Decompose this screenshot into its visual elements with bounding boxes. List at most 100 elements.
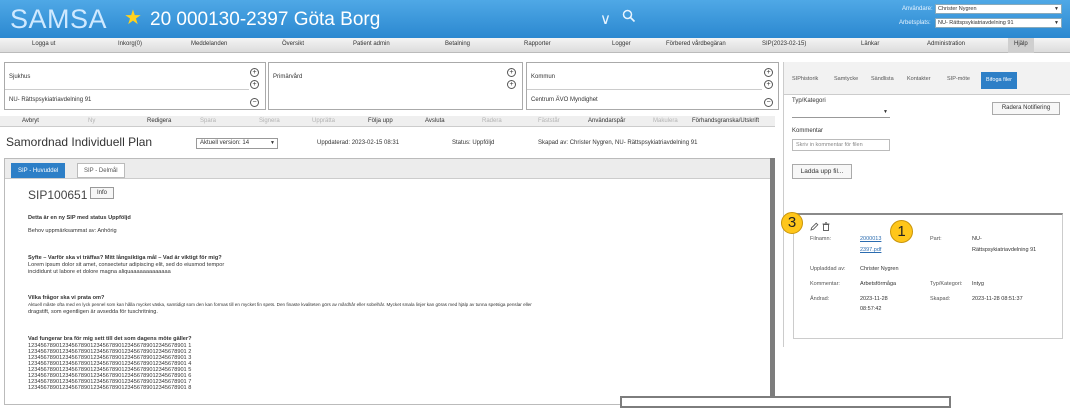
workplace-select[interactable]: NU- Rättspsykiatriavdelning 91 ▼ (935, 18, 1062, 28)
add-circle-icon[interactable]: + (250, 80, 259, 89)
tab-sip-delmal[interactable]: SIP - Delmål (77, 163, 125, 178)
changed-value: 2023-11-28 (860, 296, 888, 302)
folja-upp-button[interactable]: Följa upp (368, 118, 393, 124)
status-text: Status: Uppföljd (452, 140, 495, 146)
remove-circle-icon[interactable]: − (250, 98, 259, 107)
syfte-text: Lorem ipsum dolor sit amet, consectetur … (28, 262, 225, 268)
sip-main-panel: SIP - Huvuddel SIP - Delmål SIP100651 In… (4, 158, 772, 405)
add-circle-icon[interactable]: + (250, 68, 259, 77)
avbryt-button[interactable]: Avbryt (22, 118, 39, 124)
tab-siphistorik[interactable]: SIPhistorik (792, 76, 818, 82)
trash-icon[interactable] (822, 222, 830, 231)
file-comment-value: Arbetsförmåga (860, 281, 897, 287)
action-bar: Avbryt Ny Redigera Spara Signera Upprätt… (0, 116, 775, 127)
fragor-text: Aktuell måste ofta med en lyck pennel so… (28, 302, 532, 307)
upload-file-button[interactable]: Ladda upp fil... (792, 164, 852, 179)
main-tabs: SIP - Huvuddel SIP - Delmål (5, 159, 771, 179)
menu-forbered-vardbegaran[interactable]: Förbered vårdbegäran (666, 41, 726, 47)
dropdown-arrow-icon: ▼ (883, 109, 888, 115)
spara-button[interactable]: Spara (200, 118, 216, 124)
context-primarvard: Primärvård + + (268, 62, 523, 110)
divider (527, 89, 762, 90)
menu-patient-admin[interactable]: Patient admin (353, 41, 390, 47)
user-select[interactable]: Christer Nygren ▼ (935, 4, 1062, 14)
top-header: SAMSA ★ 20 000130-2397 Göta Borg ∨ Använ… (0, 0, 1070, 38)
file-type-value: Intyg (972, 281, 984, 287)
avsluta-button[interactable]: Avsluta (425, 118, 445, 124)
menu-rapporter[interactable]: Rapporter (524, 41, 551, 47)
edit-icon[interactable] (810, 222, 819, 231)
info-button[interactable]: Info (90, 187, 114, 199)
part-value: NU- (972, 236, 982, 242)
behov-line: Behov uppmärksammat av: Anhörig (28, 228, 117, 234)
created-value: 2023-11-28 08:51:37 (972, 296, 1023, 302)
menu-logga-ut[interactable]: Logga ut (32, 41, 55, 47)
menu-hjalp[interactable]: Hjälp (1008, 38, 1034, 53)
changed-value: 08:57:42 (860, 306, 882, 312)
created-label: Skapad: (930, 296, 951, 302)
tab-sandlista[interactable]: Sändlista (871, 76, 894, 82)
search-icon[interactable] (622, 9, 636, 23)
right-tabs: SIPhistorik Samtycke Sändlista Kontakter… (784, 62, 1070, 95)
makulera-button[interactable]: Makulera (653, 118, 678, 124)
menu-administration[interactable]: Administration (927, 41, 965, 47)
workplace-label: Arbetsplats: (899, 20, 931, 26)
part-label: Part: (930, 236, 942, 242)
menu-logger[interactable]: Logger (612, 41, 631, 47)
tab-kontakter[interactable]: Kontakter (907, 76, 931, 82)
ny-button[interactable]: Ny (88, 118, 95, 124)
add-circle-icon[interactable]: + (507, 68, 516, 77)
syfte-text: incididunt ut labore et dolore magna ali… (28, 269, 171, 275)
patient-title: 20 000130-2397 Göta Borg (150, 9, 381, 30)
menu-inkorg[interactable]: Inkorg(0) (118, 41, 142, 47)
menu-oversikt[interactable]: Översikt (282, 41, 304, 47)
tab-sip-huvuddel[interactable]: SIP - Huvuddel (11, 163, 66, 178)
uploaded-by-label: Uppladdad av: (810, 266, 846, 272)
sip-id: SIP100651 (28, 188, 88, 202)
version-select[interactable]: Aktuell version: 14 ▼ (196, 138, 278, 149)
changed-label: Ändrad: (810, 296, 830, 302)
add-circle-icon[interactable]: + (764, 68, 773, 77)
main-menu: Logga ut Inkorg(0) Meddelanden Översikt … (0, 38, 1070, 53)
file-name-link[interactable]: 2397.pdf (860, 247, 881, 253)
app-logo: SAMSA (10, 4, 108, 34)
kommun-value: Centrum ÄVO Myndighet (531, 97, 598, 103)
updated-text: Uppdaterad: 2023-02-15 08:31 (317, 140, 400, 146)
uppratta-button[interactable]: Upprätta (312, 118, 335, 124)
page-title: Samordnad Individuell Plan (6, 135, 153, 149)
menu-sip[interactable]: SIP(2023-02-15) (762, 41, 806, 47)
faststar-button[interactable]: Fäststår (538, 118, 560, 124)
file-comment-label: Kommentar: (810, 281, 840, 287)
uploaded-by-value: Christer Nygren (860, 266, 899, 272)
kommun-label: Kommun (531, 74, 556, 80)
add-circle-icon[interactable]: + (764, 80, 773, 89)
radera-button[interactable]: Radera (482, 118, 502, 124)
comment-input[interactable]: Skriv in kommentar för filen (792, 139, 890, 151)
menu-lankar[interactable]: Länkar (861, 41, 879, 47)
remove-circle-icon[interactable]: − (764, 98, 773, 107)
file-name-label: Filnamn: (810, 236, 832, 242)
type-select[interactable]: ▼ (792, 107, 890, 118)
redigera-button[interactable]: Redigera (147, 118, 171, 124)
chevron-down-icon[interactable]: ∨ (600, 10, 611, 28)
file-name-link[interactable]: 2000013 (860, 236, 881, 242)
add-circle-icon[interactable]: + (507, 80, 516, 89)
tab-samtycke[interactable]: Samtycke (834, 76, 858, 82)
fungerar-heading: Vad fungerar bra för mig sett till det s… (28, 336, 192, 342)
overlay-box (620, 396, 951, 408)
menu-meddelanden[interactable]: Meddelanden (191, 41, 227, 47)
user-label: Användare: (902, 6, 933, 12)
vertical-scrollbar[interactable] (770, 158, 775, 405)
favorite-star-icon[interactable]: ★ (124, 5, 142, 30)
tab-bifoga-filer[interactable]: Bifoga filer (981, 72, 1017, 89)
type-label: Typ/Kategori (792, 98, 826, 104)
signera-button[interactable]: Signera (259, 118, 280, 124)
radera-notifiering-button[interactable]: Radera Notifiering (992, 102, 1060, 115)
number-row: 1234567890123456789012345678901234567890… (28, 385, 192, 391)
workplace-select-value: NU- Rättspsykiatriavdelning 91 (938, 20, 1014, 26)
forhandsgranska-button[interactable]: Förhandsgranska/Utskrift (692, 118, 759, 124)
menu-betalning[interactable]: Betalning (445, 41, 470, 47)
tab-sip-mote[interactable]: SIP-möte (947, 76, 970, 82)
attached-file-card: Filnamn: 2000013 2397.pdf Part: NU- Rätt… (793, 213, 1063, 339)
anvandarspar-button[interactable]: Användarspår (588, 118, 625, 124)
